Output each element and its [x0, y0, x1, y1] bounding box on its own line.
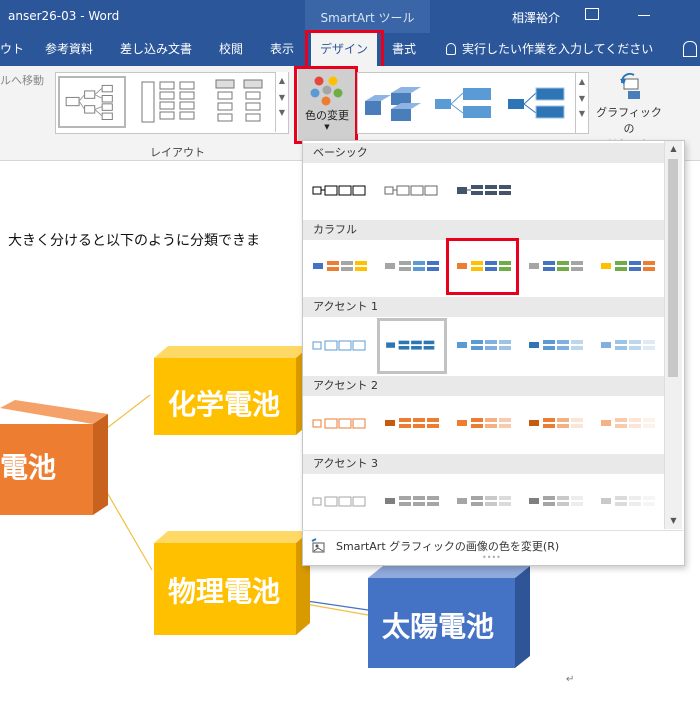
color-option-basic-1[interactable]	[309, 165, 375, 217]
section-accent-3: アクセント 3	[303, 454, 665, 474]
section-colorful: カラフル	[303, 220, 665, 240]
tab-layout[interactable]: ウト	[0, 33, 24, 66]
color-option-accent2-5[interactable]	[597, 398, 663, 450]
layout-gallery	[55, 72, 289, 134]
section-basic: ベーシック	[303, 143, 665, 163]
smartart-left-text: 電池	[0, 451, 57, 484]
color-option-accent3-3[interactable]	[453, 476, 519, 528]
color-option-accent1-4[interactable]	[525, 320, 591, 372]
tab-references[interactable]: 参考資料	[45, 33, 93, 66]
user-name[interactable]: 相澤裕介	[512, 9, 560, 26]
document-title: anser26-03 - Word	[8, 9, 120, 23]
color-option-accent1-5[interactable]	[597, 320, 663, 372]
style-option-flat-1[interactable]	[433, 85, 495, 121]
color-option-colorful-2[interactable]	[381, 241, 447, 293]
ribbon-display-options-icon[interactable]	[585, 8, 599, 20]
highlight-colorful-option	[446, 238, 519, 295]
picture-recolor-icon	[311, 538, 325, 553]
move-label[interactable]: ルへ移動	[0, 72, 44, 88]
style-option-flat-2[interactable]	[506, 85, 568, 121]
resize-grip-icon[interactable]: ••••	[482, 553, 501, 562]
recolor-pictures-item[interactable]: SmartArt グラフィックの画像の色を変更(R)	[336, 538, 559, 554]
section-accent-1: アクセント 1	[303, 297, 665, 317]
gallery-footer: SmartArt グラフィックの画像の色を変更(R) ••••	[302, 530, 683, 565]
reset-graphic-button[interactable]: グラフィックの リセット	[592, 69, 666, 151]
title-bar: anser26-03 - Word SmartArt ツール 相澤裕介	[0, 0, 700, 33]
minimize-icon[interactable]	[638, 15, 650, 16]
highlight-change-colors	[294, 66, 358, 144]
color-option-colorful-5[interactable]	[597, 241, 663, 293]
color-option-accent1-2-selected[interactable]	[377, 318, 447, 374]
scroll-down-arrow-icon[interactable]: ▼	[665, 513, 682, 529]
paragraph-mark: ↵	[566, 674, 575, 685]
scroll-up-arrow-icon[interactable]: ▲	[665, 141, 682, 157]
tab-format[interactable]: 書式	[392, 33, 416, 66]
color-option-accent2-3[interactable]	[453, 398, 519, 450]
smartart-top-text: 化学電池	[168, 388, 281, 421]
layout-group-label: レイアウト	[150, 146, 205, 159]
color-option-basic-2[interactable]	[381, 165, 447, 217]
color-option-accent3-4[interactable]	[525, 476, 591, 528]
scroll-thumb[interactable]	[668, 159, 678, 377]
layout-option-hierarchy-2[interactable]	[136, 76, 204, 128]
smartart-tools-context-tab: SmartArt ツール	[305, 0, 430, 33]
color-option-colorful-1[interactable]	[309, 241, 375, 293]
color-option-accent3-5[interactable]	[597, 476, 663, 528]
style-option-3d-1[interactable]	[361, 79, 425, 127]
tab-mailings[interactable]: 差し込み文書	[120, 33, 192, 66]
tab-review[interactable]: 校閲	[219, 33, 243, 66]
reset-graphic-icon	[620, 72, 640, 99]
color-option-colorful-4[interactable]	[525, 241, 591, 293]
reset-label-line1: グラフィックの	[596, 106, 662, 135]
change-colors-gallery: ベーシック カラフル アクセント 1 アクセント 2 アクセント 3	[302, 140, 685, 566]
layout-option-hierarchy-1[interactable]	[58, 76, 126, 128]
share-person-icon[interactable]	[683, 41, 697, 57]
color-option-accent3-1[interactable]	[309, 476, 375, 528]
smartart-bottom-text: 物理電池	[168, 575, 281, 608]
tab-view[interactable]: 表示	[270, 33, 294, 66]
color-option-accent1-3[interactable]	[453, 320, 519, 372]
color-option-accent3-2[interactable]	[381, 476, 447, 528]
color-option-basic-3[interactable]	[453, 165, 519, 217]
color-option-accent2-2[interactable]	[381, 398, 447, 450]
section-accent-2: アクセント 2	[303, 376, 665, 396]
layout-gallery-scroll[interactable]: ▲ ▼ ▼	[275, 72, 288, 132]
styles-gallery-scroll[interactable]: ▲ ▼ ▼	[575, 73, 588, 133]
color-option-accent1-1[interactable]	[309, 320, 375, 372]
smartart-styles-gallery: ▲ ▼ ▼	[357, 72, 589, 134]
gallery-scrollbar[interactable]: ▲ ▼	[664, 141, 682, 529]
smartart-right-text: 太陽電池	[382, 610, 495, 643]
layout-option-hierarchy-3[interactable]	[206, 76, 274, 128]
tell-me-search[interactable]: 実行したい作業を入力してください	[462, 33, 653, 66]
color-option-accent2-4[interactable]	[525, 398, 591, 450]
highlight-design-tab	[305, 30, 384, 70]
color-option-accent2-1[interactable]	[309, 398, 375, 450]
lightbulb-icon	[446, 43, 456, 55]
